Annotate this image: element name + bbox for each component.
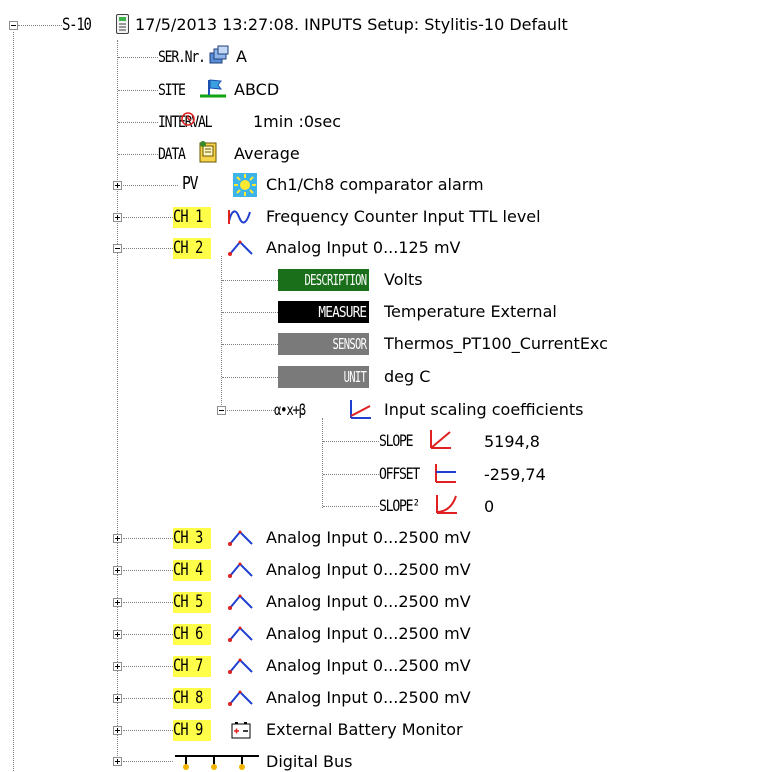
ch8-badge: CH 8 <box>173 688 211 709</box>
description-tag: DESCRIPTION <box>278 269 369 291</box>
expand-ch5-toggle[interactable] <box>113 598 122 607</box>
device-tag: S-10 <box>62 15 92 35</box>
ch9-badge: CH 9 <box>173 720 211 741</box>
offset-value: -259,74 <box>484 465 546 484</box>
data-book-icon <box>199 141 217 163</box>
expand-ch1-toggle[interactable] <box>113 213 122 222</box>
expand-ch3-toggle[interactable] <box>113 534 122 543</box>
expand-ch6-toggle[interactable] <box>113 630 122 639</box>
description-value: Volts <box>384 270 423 289</box>
analog-wave-icon <box>228 690 253 706</box>
offset-tag: OFFSET <box>379 464 420 483</box>
bus-label: Digital Bus <box>266 752 353 771</box>
ch2-badge: CH 2 <box>173 238 211 259</box>
collapse-ch2-toggle[interactable] <box>113 244 122 253</box>
ch3-badge: CH 3 <box>173 528 211 549</box>
expand-ch4-toggle[interactable] <box>113 566 122 575</box>
sensor-tag: SENSOR <box>278 333 369 355</box>
frequency-wave-icon <box>228 210 251 224</box>
ch5-label: Analog Input 0...2500 mV <box>266 592 471 611</box>
sensor-value: Thermos_PT100_CurrentExc <box>384 334 608 353</box>
collapse-scaling-toggle[interactable] <box>217 406 226 415</box>
measure-tag: MEASURE <box>278 301 369 323</box>
analog-wave-icon <box>228 658 253 674</box>
slope-icon <box>430 430 451 449</box>
ch2-label: Analog Input 0...125 mV <box>266 238 461 257</box>
expand-pv-toggle[interactable] <box>113 181 122 190</box>
scaling-label: Input scaling coefficients <box>384 400 584 419</box>
expand-ch9-toggle[interactable] <box>113 726 122 735</box>
expand-ch8-toggle[interactable] <box>113 694 122 703</box>
slope-squared-tag: SLOPE² <box>379 496 420 515</box>
ch7-label: Analog Input 0...2500 mV <box>266 656 471 675</box>
analog-wave-icon <box>228 594 253 610</box>
ch1-badge: CH 1 <box>173 207 211 228</box>
scaling-tag: α•x+β <box>274 401 306 419</box>
analog-wave-icon <box>228 240 253 256</box>
site-value: ABCD <box>234 80 280 99</box>
root-title: 17/5/2013 13:27:08. INPUTS Setup: Stylit… <box>135 15 568 34</box>
ch4-label: Analog Input 0...2500 mV <box>266 560 471 579</box>
site-flag-icon <box>200 79 226 98</box>
collapse-root-toggle[interactable] <box>9 21 18 30</box>
analog-wave-icon <box>228 530 253 546</box>
site-tag: SITE <box>158 80 186 99</box>
data-tag: DATA <box>158 144 186 163</box>
analog-wave-icon <box>228 562 253 578</box>
ch7-badge: CH 7 <box>173 656 211 677</box>
battery-icon <box>231 722 251 739</box>
slope-squared-value: 0 <box>484 497 495 516</box>
ch4-badge: CH 4 <box>173 560 211 581</box>
ch8-label: Analog Input 0...2500 mV <box>266 688 471 707</box>
pv-tag: PV <box>182 173 199 194</box>
sun-icon <box>233 173 257 197</box>
ch6-badge: CH 6 <box>173 624 211 645</box>
clock-icon <box>181 112 195 126</box>
logger-device-icon <box>116 14 129 34</box>
ch3-label: Analog Input 0...2500 mV <box>266 528 471 547</box>
ch9-label: External Battery Monitor <box>266 720 463 739</box>
expand-ch7-toggle[interactable] <box>113 662 122 671</box>
ch1-label: Frequency Counter Input TTL level <box>266 207 541 226</box>
analog-wave-icon <box>228 626 253 642</box>
unit-tag: UNIT <box>278 366 369 388</box>
serial-tag: SER.Nr. <box>158 47 206 66</box>
data-value: Average <box>234 144 300 163</box>
offset-icon <box>435 464 456 483</box>
measure-value: Temperature External <box>384 302 557 321</box>
slope-value: 5194,8 <box>484 432 540 451</box>
slope-tag: SLOPE <box>379 431 414 450</box>
interval-value: 1min :0sec <box>253 112 341 131</box>
digital-bus-icon <box>175 755 259 770</box>
ch5-badge: CH 5 <box>173 592 211 613</box>
pv-value: Ch1/Ch8 comparator alarm <box>266 175 484 194</box>
serial-value: A <box>236 47 247 66</box>
serial-number-icon <box>209 45 229 64</box>
expand-bus-toggle[interactable] <box>113 757 122 766</box>
unit-value: deg C <box>384 367 431 386</box>
scaling-chart-icon <box>350 400 371 419</box>
slope-squared-icon <box>436 495 457 514</box>
ch6-label: Analog Input 0...2500 mV <box>266 624 471 643</box>
